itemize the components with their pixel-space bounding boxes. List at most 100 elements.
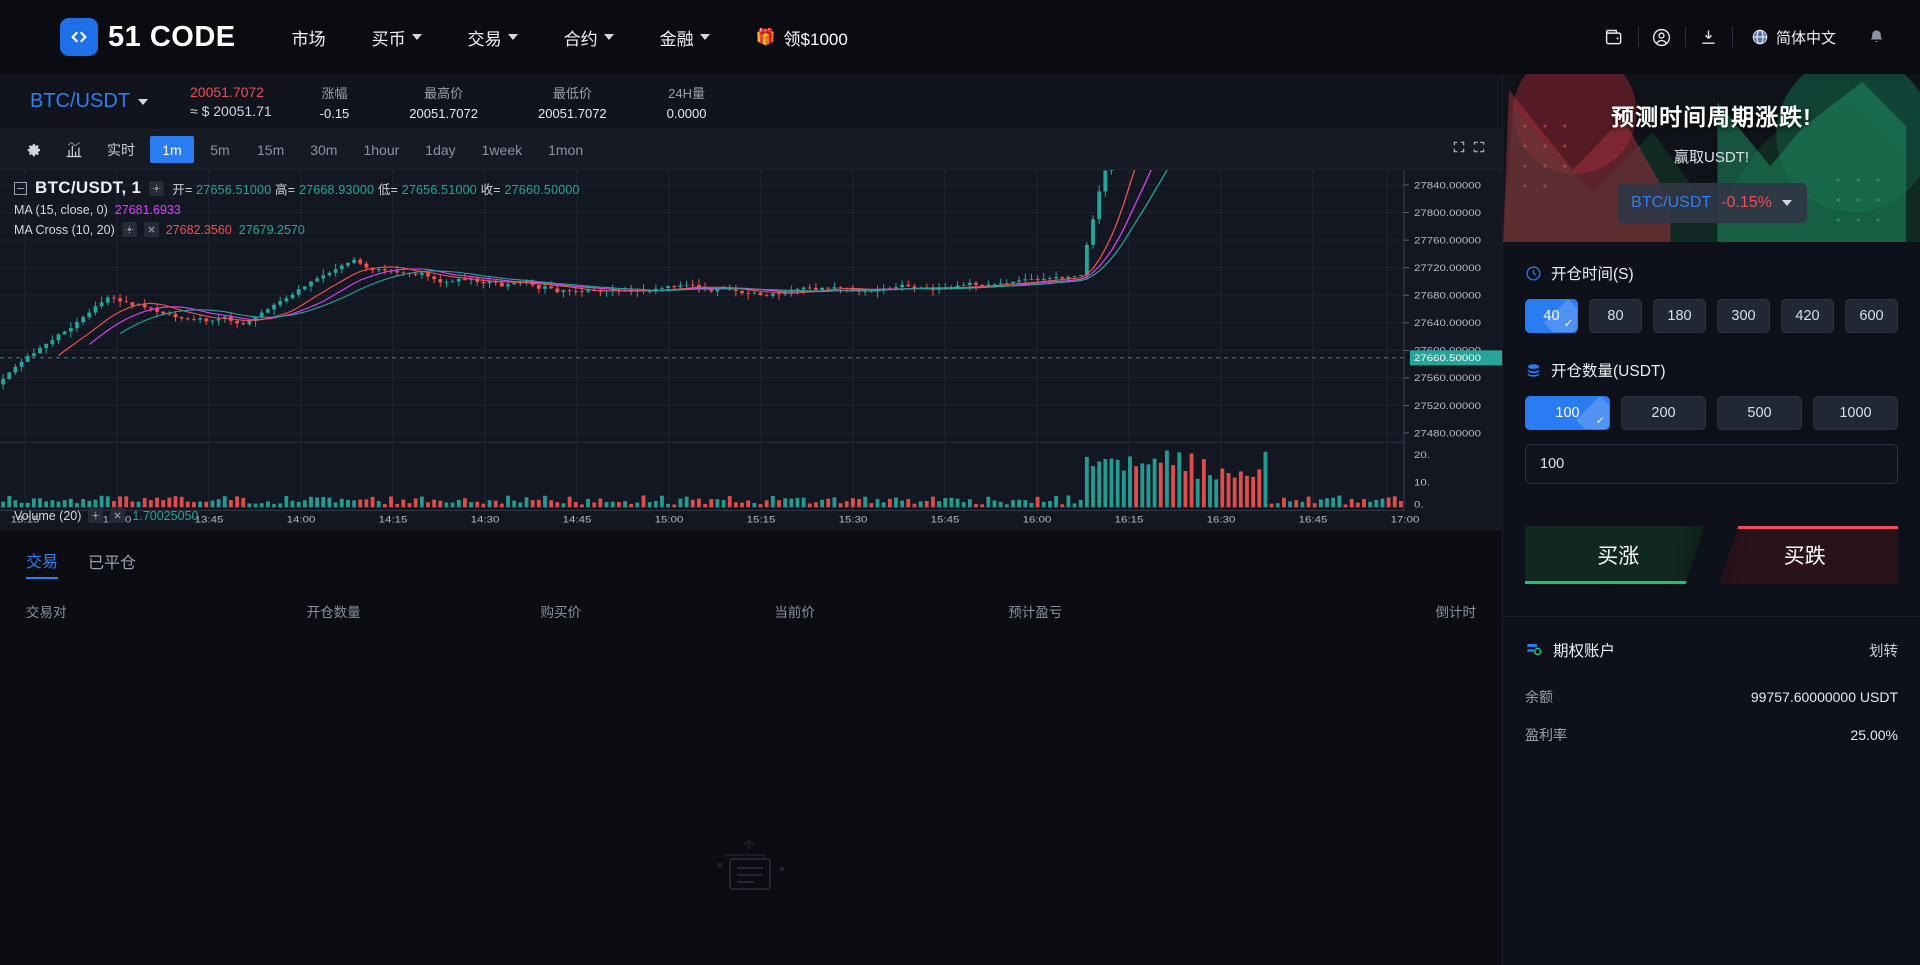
buy-up-button[interactable]: 买涨: [1525, 526, 1712, 584]
timeframe-1m[interactable]: 1m: [150, 136, 194, 163]
svg-text:15:00: 15:00: [655, 514, 684, 525]
timeframe-30m[interactable]: 30m: [299, 136, 348, 163]
time-option-40[interactable]: 40 ✓: [1525, 299, 1578, 333]
header-actions: 简体中文: [1592, 27, 1896, 48]
svg-text:27480.00000: 27480.00000: [1414, 428, 1481, 439]
amount-option-500[interactable]: 500: [1717, 396, 1802, 430]
svg-text:27520.00000: 27520.00000: [1414, 401, 1481, 412]
timeframe-1mon[interactable]: 1mon: [537, 136, 594, 163]
transfer-button[interactable]: 划转: [1869, 640, 1898, 661]
panel-pair-change: -0.15%: [1721, 194, 1772, 212]
stat-value: 20051.7072: [538, 106, 607, 121]
stat-label: 最高价: [424, 83, 463, 102]
svg-text:16:00: 16:00: [1023, 514, 1052, 525]
banner-subtitle: 赢取USDT!: [1674, 146, 1749, 167]
nav-gift-promo[interactable]: 🎁 领$1000: [756, 25, 848, 50]
nav-label: 合约: [564, 25, 598, 50]
pair-selector[interactable]: BTC/USDT: [30, 90, 148, 113]
timeframe-15m[interactable]: 15m: [246, 136, 295, 163]
amount-input[interactable]: [1525, 444, 1898, 484]
amount-section-title: 开仓数量(USDT): [1525, 359, 1898, 381]
svg-text:27760.00000: 27760.00000: [1414, 235, 1481, 246]
buy-down-button[interactable]: 买跌: [1712, 526, 1899, 584]
ticker-stat-volume: 24H量 0.0000: [667, 83, 707, 121]
svg-text:27840.00000: 27840.00000: [1414, 180, 1481, 191]
stat-value: -0.15: [320, 106, 350, 121]
promo-banner: 预测时间周期涨跌! 赢取USDT! BTC/USDT -0.15%: [1503, 74, 1920, 242]
indicator-chart-icon[interactable]: [54, 130, 94, 170]
panel-pair-selector[interactable]: BTC/USDT -0.15%: [1617, 183, 1807, 223]
user-icon[interactable]: [1639, 27, 1685, 48]
account-section: 期权账户 划转 余额 99757.60000000 USDT 盈利率 25.00…: [1503, 616, 1920, 763]
trade-buttons: 买涨 买跌: [1525, 526, 1898, 584]
wallet-icon[interactable]: [1592, 27, 1638, 48]
chevron-down-icon: [1782, 200, 1792, 206]
nav-market[interactable]: 市场: [292, 25, 326, 50]
time-option-80[interactable]: 80: [1589, 299, 1642, 333]
chart-column: BTC/USDT 20051.7072 ≈ $ 20051.71 涨幅 -0.1…: [0, 74, 1502, 965]
col-countdown: 倒计时: [1242, 601, 1476, 621]
amount-option-100[interactable]: 100✓: [1525, 396, 1610, 430]
tab-closed-orders[interactable]: 已平仓: [88, 549, 136, 578]
account-icon: [1525, 641, 1543, 659]
time-option-420[interactable]: 420: [1781, 299, 1834, 333]
svg-text:20.: 20.: [1414, 450, 1430, 461]
nav-contract[interactable]: 合约: [564, 25, 614, 50]
timeframe-1hour[interactable]: 1hour: [352, 136, 410, 163]
time-option-180[interactable]: 180: [1653, 299, 1706, 333]
time-option-600[interactable]: 600: [1845, 299, 1898, 333]
nav-label: 买币: [372, 25, 406, 50]
nav-finance[interactable]: 金融: [660, 25, 710, 50]
language-selector[interactable]: 简体中文: [1733, 27, 1850, 48]
price-chart[interactable]: 27840.0000027800.0000027760.0000027720.0…: [0, 170, 1502, 529]
empty-box-icon: [708, 835, 794, 905]
chevron-down-icon: [412, 34, 422, 40]
brand-logo[interactable]: 51 CODE: [60, 18, 236, 56]
ticker-stat-high: 最高价 20051.7072: [409, 83, 478, 121]
camera-icon[interactable]: [1472, 140, 1486, 159]
orders-table-header: 交易对 开仓数量 购买价 当前价 预计盈亏 倒计时: [0, 591, 1502, 635]
chart-toolbar: 实时 1m 5m 15m 30m 1hour 1day 1week 1mon: [0, 130, 1502, 170]
check-icon: ✓: [1596, 414, 1605, 427]
gear-icon[interactable]: [14, 130, 54, 170]
svg-text:15:45: 15:45: [931, 514, 960, 525]
timeframe-1week[interactable]: 1week: [471, 136, 533, 163]
tab-open-orders[interactable]: 交易: [26, 548, 58, 579]
timeframe-1day[interactable]: 1day: [414, 136, 466, 163]
svg-text:27660.50000: 27660.50000: [1414, 353, 1481, 364]
orders-tabs: 交易 已平仓: [0, 530, 1502, 591]
gift-icon: 🎁: [756, 27, 776, 47]
svg-text:10.: 10.: [1414, 477, 1430, 488]
clock-icon: [1525, 265, 1542, 282]
time-section-label: 开仓时间(S): [1551, 262, 1634, 284]
svg-text:0.: 0.: [1414, 499, 1424, 510]
svg-text:14:15: 14:15: [379, 514, 408, 525]
svg-text:16:30: 16:30: [1207, 514, 1236, 525]
amount-section-label: 开仓数量(USDT): [1551, 359, 1666, 381]
time-option-300[interactable]: 300: [1717, 299, 1770, 333]
bell-icon[interactable]: [1850, 28, 1896, 47]
timeframe-5m[interactable]: 5m: [198, 136, 242, 163]
ticker-stat-change: 涨幅 -0.15: [320, 83, 350, 121]
svg-text:27560.00000: 27560.00000: [1414, 373, 1481, 384]
trading-app: 51 CODE 市场 买币 交易 合约 金融 🎁 领$1000: [0, 0, 1920, 965]
svg-text:16:15: 16:15: [1115, 514, 1144, 525]
nav-buy-coin[interactable]: 买币: [372, 25, 422, 50]
balance-value: 99757.60000000 USDT: [1751, 689, 1898, 705]
amount-option-1000[interactable]: 1000: [1813, 396, 1898, 430]
chip-label: 40: [1543, 308, 1559, 324]
account-title: 期权账户: [1553, 639, 1615, 661]
amount-option-200[interactable]: 200: [1621, 396, 1706, 430]
check-icon: ✓: [1564, 317, 1573, 330]
svg-text:27640.00000: 27640.00000: [1414, 318, 1481, 329]
download-icon[interactable]: [1686, 27, 1732, 48]
nav-trade[interactable]: 交易: [468, 25, 518, 50]
body-row: BTC/USDT 20051.7072 ≈ $ 20051.71 涨幅 -0.1…: [0, 74, 1920, 965]
account-header: 期权账户 划转: [1525, 639, 1898, 661]
timeframe-realtime[interactable]: 实时: [96, 136, 146, 163]
fullscreen-icon[interactable]: [1452, 140, 1466, 159]
svg-text:13:15: 13:15: [11, 514, 40, 525]
language-label: 简体中文: [1776, 27, 1836, 48]
svg-text:13:30: 13:30: [103, 514, 132, 525]
amount-option-group: 100✓ 200 500 1000: [1525, 396, 1898, 430]
